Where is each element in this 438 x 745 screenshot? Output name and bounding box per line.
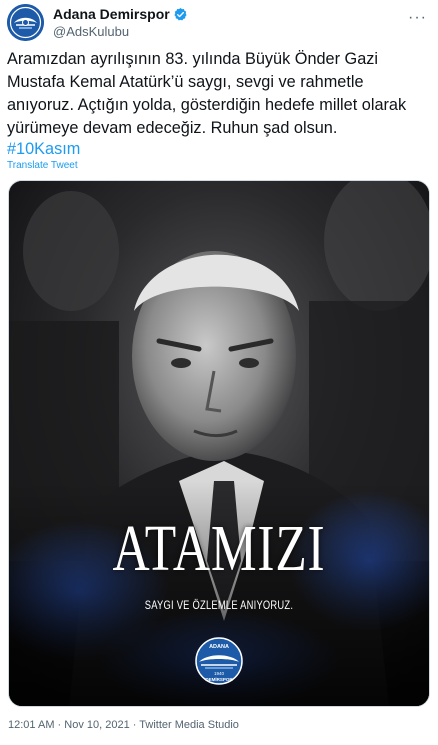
tweet-text: Aramızdan ayrılışının 83. yılında Büyük …: [7, 50, 407, 137]
tweet-header: Adana Demirspor @AdsKulubu ···: [7, 4, 431, 42]
hashtag-link[interactable]: #10Kasım: [7, 140, 80, 159]
translate-tweet-link[interactable]: Translate Tweet: [7, 160, 78, 171]
portrait-photo: [9, 181, 429, 706]
club-logo-icon[interactable]: [7, 4, 44, 41]
badge-top-label: ADANA: [209, 644, 229, 650]
tweet-timestamp[interactable]: 12:01 AM · Nov 10, 2021 · Twitter Media …: [8, 719, 239, 731]
more-options-icon[interactable]: ···: [408, 10, 427, 26]
tweet-media-image[interactable]: ATAMIZI SAYGI VE ÖZLEMLE ANIYORUZ. ADANA…: [8, 180, 430, 707]
author-name[interactable]: Adana Demirspor: [53, 6, 170, 22]
poster-title: ATAMIZI: [112, 512, 326, 585]
badge-bottom-label: DEMİRSPOR: [205, 676, 233, 682]
club-badge-icon: ADANA 1940 DEMİRSPOR: [195, 637, 243, 685]
author-handle[interactable]: @AdsKulubu: [53, 24, 129, 39]
badge-year-label: 1940: [214, 671, 225, 676]
poster-subtitle: SAYGI VE ÖZLEMLE ANIYORUZ.: [144, 598, 294, 612]
verified-badge-icon: [174, 7, 187, 20]
